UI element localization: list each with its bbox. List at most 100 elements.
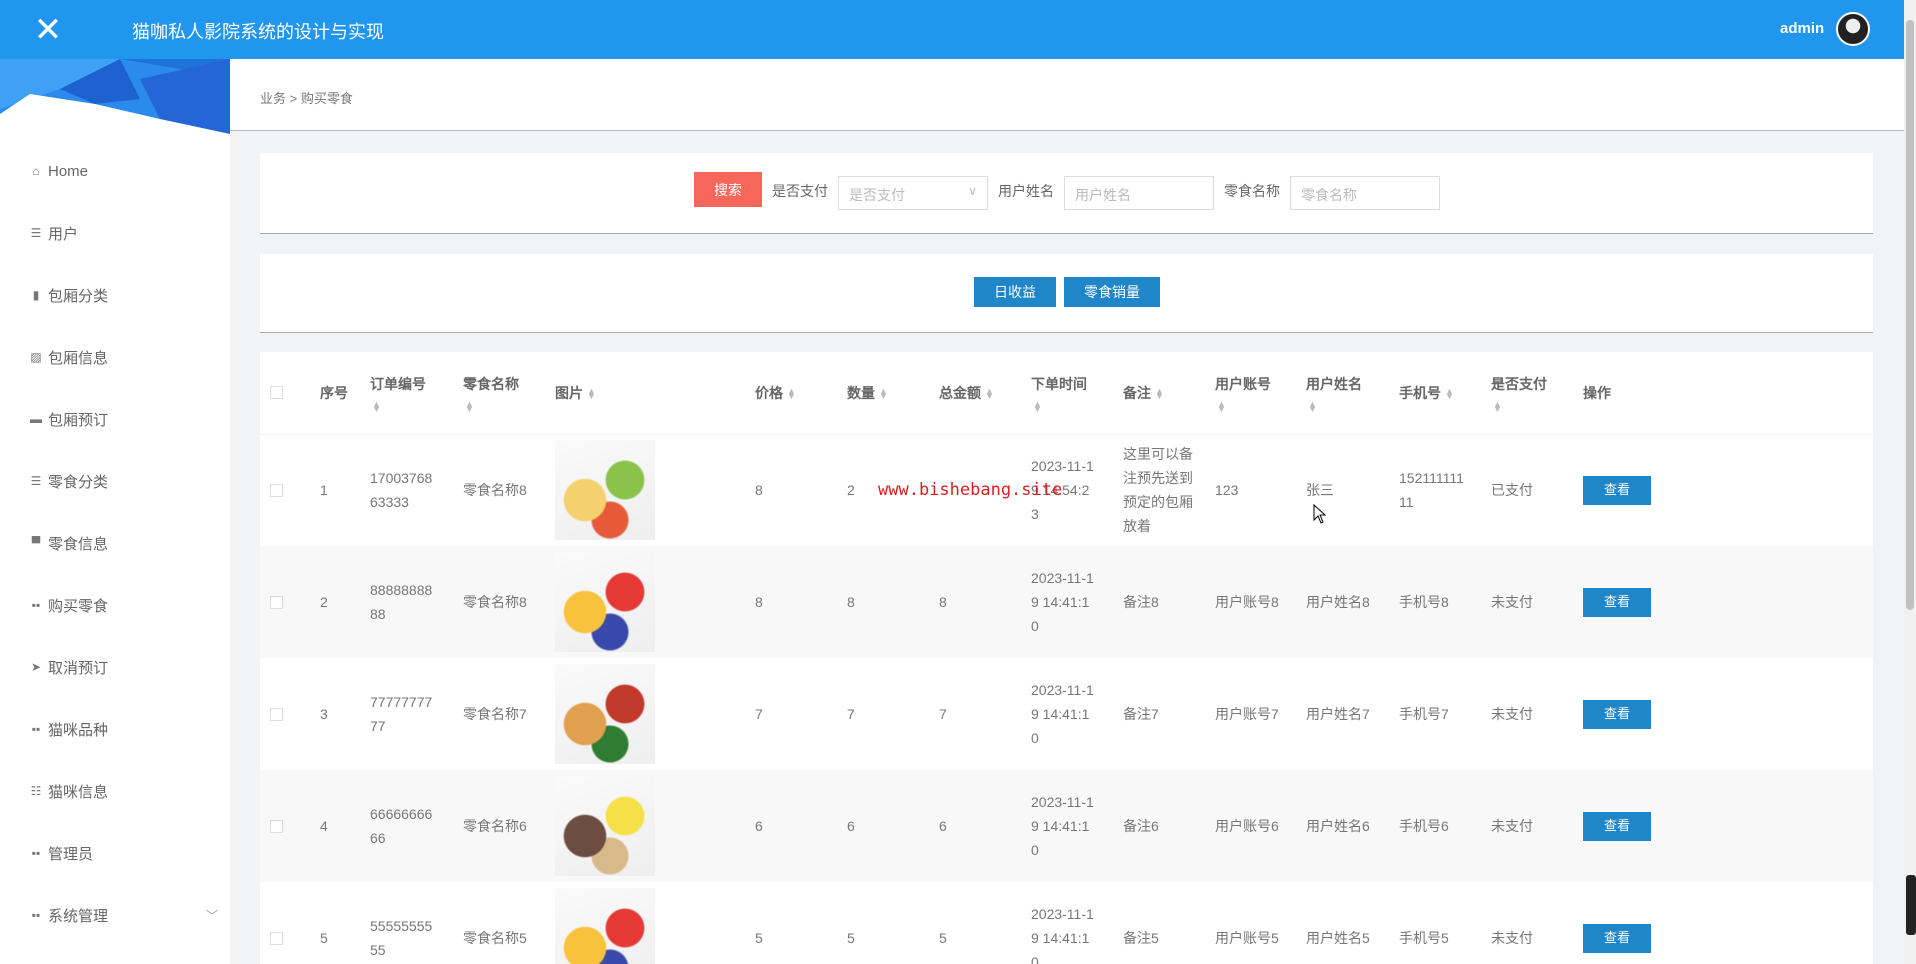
order-number-cell: 5555555555 bbox=[362, 882, 455, 964]
sort-icon[interactable]: ▲ ▼ bbox=[1033, 399, 1115, 413]
column-header-label: 手机号 bbox=[1399, 384, 1441, 401]
view-button[interactable]: 查看 bbox=[1583, 699, 1651, 729]
column-header[interactable]: 手机号 ▲ ▼ bbox=[1391, 352, 1483, 435]
sidebar-item-0[interactable]: ⌂ Home bbox=[28, 156, 218, 186]
avatar[interactable] bbox=[1836, 12, 1870, 46]
sort-icon[interactable]: ▲ ▼ bbox=[1493, 399, 1575, 413]
sidebar-decoration bbox=[0, 59, 230, 134]
user-name: 用户姓名8 bbox=[1306, 594, 1370, 610]
sidebar-item-label: 零食分类 bbox=[48, 473, 109, 491]
remark-cell: 备注6 bbox=[1115, 770, 1207, 882]
select-all-cell bbox=[260, 352, 312, 435]
row-checkbox[interactable] bbox=[270, 819, 283, 833]
user-account-cell: 用户账号8 bbox=[1207, 546, 1298, 658]
price: 8 bbox=[755, 482, 763, 499]
row-checkbox[interactable] bbox=[270, 707, 283, 721]
sidebar-item-12[interactable]: ▪▪ 系统管理 ﹀ bbox=[28, 900, 218, 930]
line-chart-icon: ▨ bbox=[30, 350, 42, 364]
secondary-scroll-handle[interactable] bbox=[1906, 875, 1916, 935]
sidebar-item-11[interactable]: ▪▪ 管理员 bbox=[28, 838, 218, 868]
snack-image[interactable] bbox=[555, 552, 655, 652]
snack-name-input[interactable]: 零食名称 bbox=[1290, 176, 1440, 210]
row-checkbox[interactable] bbox=[270, 931, 283, 945]
sort-icon[interactable]: ▲ ▼ bbox=[1445, 387, 1454, 401]
sidebar-item-label: 零食信息 bbox=[48, 535, 109, 553]
sidebar-item-3[interactable]: ▨ 包厢信息 bbox=[28, 342, 218, 372]
column-header[interactable]: 用户姓名 ▲ ▼ bbox=[1298, 352, 1391, 435]
view-button[interactable]: 查看 bbox=[1583, 587, 1651, 617]
column-header[interactable]: 备注 ▲ ▼ bbox=[1115, 352, 1207, 435]
column-header[interactable]: 下单时间 ▲ ▼ bbox=[1023, 352, 1115, 435]
price-cell: 8 bbox=[747, 434, 839, 546]
remark: 备注7 bbox=[1123, 706, 1159, 722]
view-button[interactable]: 查看 bbox=[1583, 811, 1651, 841]
user-account: 用户账号5 bbox=[1215, 930, 1279, 946]
column-header[interactable]: 零食名称 ▲ ▼ bbox=[455, 352, 547, 435]
quantity-cell: 8 bbox=[839, 546, 931, 658]
snack-image[interactable] bbox=[555, 440, 655, 541]
sort-icon[interactable]: ▲ ▼ bbox=[1217, 399, 1298, 413]
column-header[interactable]: 价格 ▲ ▼ bbox=[747, 352, 839, 435]
row-checkbox[interactable] bbox=[270, 483, 283, 497]
column-header[interactable]: 订单编号 ▲ ▼ bbox=[362, 352, 455, 435]
search-button[interactable]: 搜索 bbox=[694, 172, 762, 207]
order-time-cell: 2023-11-19 14:41:10 bbox=[1023, 882, 1115, 964]
user-name-cell: 用户姓名7 bbox=[1298, 658, 1391, 770]
sort-icon[interactable]: ▲ ▼ bbox=[879, 387, 888, 401]
breadcrumb-parent[interactable]: 业务 bbox=[260, 91, 286, 106]
sidebar-item-10[interactable]: ☷ 猫咪信息 bbox=[28, 776, 218, 806]
paid-select[interactable]: 是否支付 ∨ bbox=[838, 176, 988, 210]
scrollbar-thumb[interactable] bbox=[1906, 20, 1914, 610]
snack-sales-button[interactable]: 零食销量 bbox=[1064, 277, 1160, 307]
column-header[interactable]: 用户账号 ▲ ▼ bbox=[1207, 352, 1298, 435]
user-name-cell: 用户姓名5 bbox=[1298, 882, 1391, 964]
sort-icon[interactable]: ▲ ▼ bbox=[372, 399, 455, 413]
view-button[interactable]: 查看 bbox=[1583, 923, 1651, 953]
sort-icon[interactable]: ▲ ▼ bbox=[1155, 387, 1164, 401]
column-header[interactable]: 数量 ▲ ▼ bbox=[839, 352, 931, 435]
sidebar-item-4[interactable]: ▬ 包厢预订 bbox=[28, 404, 218, 434]
order-number: 6666666666 bbox=[370, 806, 433, 846]
quantity: 7 bbox=[847, 706, 855, 722]
sort-icon[interactable]: ▲ ▼ bbox=[587, 387, 596, 401]
view-button[interactable]: 查看 bbox=[1583, 475, 1651, 505]
action-panel: 日收益 零食销量 bbox=[260, 254, 1873, 333]
table-row: 2 8888888888 零食名称8 8 8 8 2023-11-19 14:41:10 备注… bbox=[260, 546, 1873, 658]
column-header-label: 备注 bbox=[1123, 384, 1151, 401]
page-scrollbar[interactable] bbox=[1904, 0, 1916, 964]
close-icon[interactable]: ✕ bbox=[0, 0, 96, 59]
sidebar-item-2[interactable]: ▮ 包厢分类 bbox=[28, 280, 218, 310]
remark: 备注6 bbox=[1123, 818, 1159, 834]
snack-image[interactable] bbox=[555, 664, 655, 764]
price: 8 bbox=[755, 594, 763, 610]
daily-income-button[interactable]: 日收益 bbox=[974, 277, 1056, 307]
sidebar-item-8[interactable]: ➤ 取消预订 bbox=[28, 652, 218, 682]
select-all-checkbox[interactable] bbox=[270, 386, 283, 400]
username-input[interactable]: 用户姓名 bbox=[1064, 176, 1214, 210]
sort-icon[interactable]: ▲ ▼ bbox=[1308, 399, 1391, 413]
snack-name-cell: 零食名称5 bbox=[455, 882, 547, 964]
sidebar-item-6[interactable]: ▀ 零食信息 bbox=[28, 528, 218, 558]
username-label[interactable]: admin bbox=[1780, 20, 1824, 37]
column-header[interactable]: 图片 ▲ ▼ bbox=[547, 352, 747, 435]
user-name: 用户姓名7 bbox=[1306, 706, 1370, 722]
sidebar-item-7[interactable]: ▪▪ 购买零食 bbox=[28, 590, 218, 620]
chevron-down-icon[interactable]: ﹀ bbox=[206, 907, 218, 924]
snack-image[interactable] bbox=[555, 888, 655, 964]
sort-icon[interactable]: ▲ ▼ bbox=[985, 387, 994, 401]
row-checkbox[interactable] bbox=[270, 595, 283, 609]
sidebar-item-9[interactable]: ▪▪ 猫咪品种 bbox=[28, 714, 218, 744]
remark: 备注5 bbox=[1123, 930, 1159, 946]
sort-icon[interactable]: ▲ ▼ bbox=[465, 399, 547, 413]
column-header[interactable]: 是否支付 ▲ ▼ bbox=[1483, 352, 1575, 435]
watermark: www.bishebang.site bbox=[878, 480, 1063, 500]
sidebar-item-1[interactable]: ☰ 用户 bbox=[28, 218, 218, 248]
snack-image[interactable] bbox=[555, 776, 655, 876]
order-number-cell: 1700376863333 bbox=[362, 434, 455, 546]
search-panel: 搜索 是否支付 是否支付 ∨ 用户姓名 用户姓名 零食名称 零食名称 bbox=[260, 153, 1873, 234]
total-amount-cell: 8 bbox=[931, 546, 1023, 658]
sidebar-item-label: Home bbox=[48, 162, 89, 180]
sidebar-item-5[interactable]: ☰ 零食分类 bbox=[28, 466, 218, 496]
sort-icon[interactable]: ▲ ▼ bbox=[787, 387, 796, 401]
column-header[interactable]: 总金额 ▲ ▼ bbox=[931, 352, 1023, 435]
